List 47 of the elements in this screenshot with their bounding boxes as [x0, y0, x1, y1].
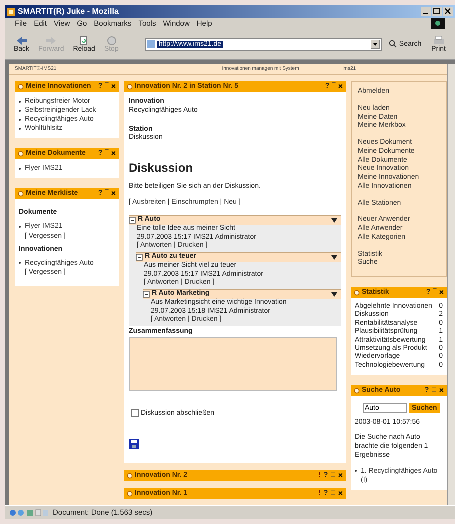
- close-button[interactable]: ×: [338, 83, 343, 90]
- maximize-window-icon[interactable]: [432, 7, 442, 16]
- summary-field[interactable]: [129, 337, 337, 391]
- collapse-icon[interactable]: [136, 254, 143, 261]
- printer-icon: [432, 36, 445, 46]
- arrow-right-icon: [45, 36, 58, 46]
- scrollbar[interactable]: [447, 64, 455, 505]
- close-button[interactable]: ×: [439, 289, 444, 296]
- circle-icon: [354, 290, 360, 296]
- window-title: SMARTIT(R) Juke - Mozilla: [18, 7, 120, 16]
- collapse-icon[interactable]: [143, 290, 150, 298]
- close-button[interactable]: ×: [111, 190, 116, 198]
- close-button[interactable]: ×: [111, 83, 116, 90]
- close-button[interactable]: ×: [338, 472, 343, 479]
- circle-icon: [127, 84, 133, 90]
- minimize-button[interactable]: ‾: [106, 83, 108, 90]
- collapse-icon[interactable]: [129, 216, 136, 224]
- reload-icon: [78, 36, 90, 46]
- minimize-window-icon[interactable]: [421, 7, 431, 16]
- circle-icon: [18, 190, 24, 197]
- status-icons-drawing: [9, 508, 49, 516]
- page-icon: [146, 40, 155, 48]
- triangle-icon[interactable]: [331, 218, 338, 223]
- checkbox[interactable]: [131, 409, 139, 417]
- dropdown-icon[interactable]: [371, 40, 380, 48]
- minimize-button[interactable]: ‾: [106, 190, 108, 198]
- circle-icon: [127, 472, 133, 478]
- triangle-icon[interactable]: [331, 254, 338, 260]
- close-button[interactable]: ×: [439, 387, 444, 394]
- minimize-button[interactable]: ‾: [106, 150, 108, 158]
- circle-icon: [18, 150, 24, 157]
- triangle-icon[interactable]: [331, 292, 338, 297]
- close-button[interactable]: ×: [338, 490, 343, 497]
- circle-icon: [127, 490, 133, 496]
- minimize-button[interactable]: ‾: [434, 289, 436, 296]
- throbber-icon: [431, 18, 445, 29]
- minimize-button[interactable]: ‾: [332, 83, 336, 90]
- search-icon: [389, 40, 398, 48]
- save-icon[interactable]: [129, 439, 139, 449]
- arrow-left-icon: [16, 36, 28, 46]
- close-window-icon[interactable]: [443, 7, 453, 16]
- circle-icon: [354, 388, 360, 394]
- stop-icon: [106, 36, 118, 46]
- close-button[interactable]: ×: [111, 150, 116, 158]
- section-heading: Diskussion: [129, 161, 194, 175]
- app-icon: [7, 8, 15, 16]
- circle-icon: [18, 84, 24, 90]
